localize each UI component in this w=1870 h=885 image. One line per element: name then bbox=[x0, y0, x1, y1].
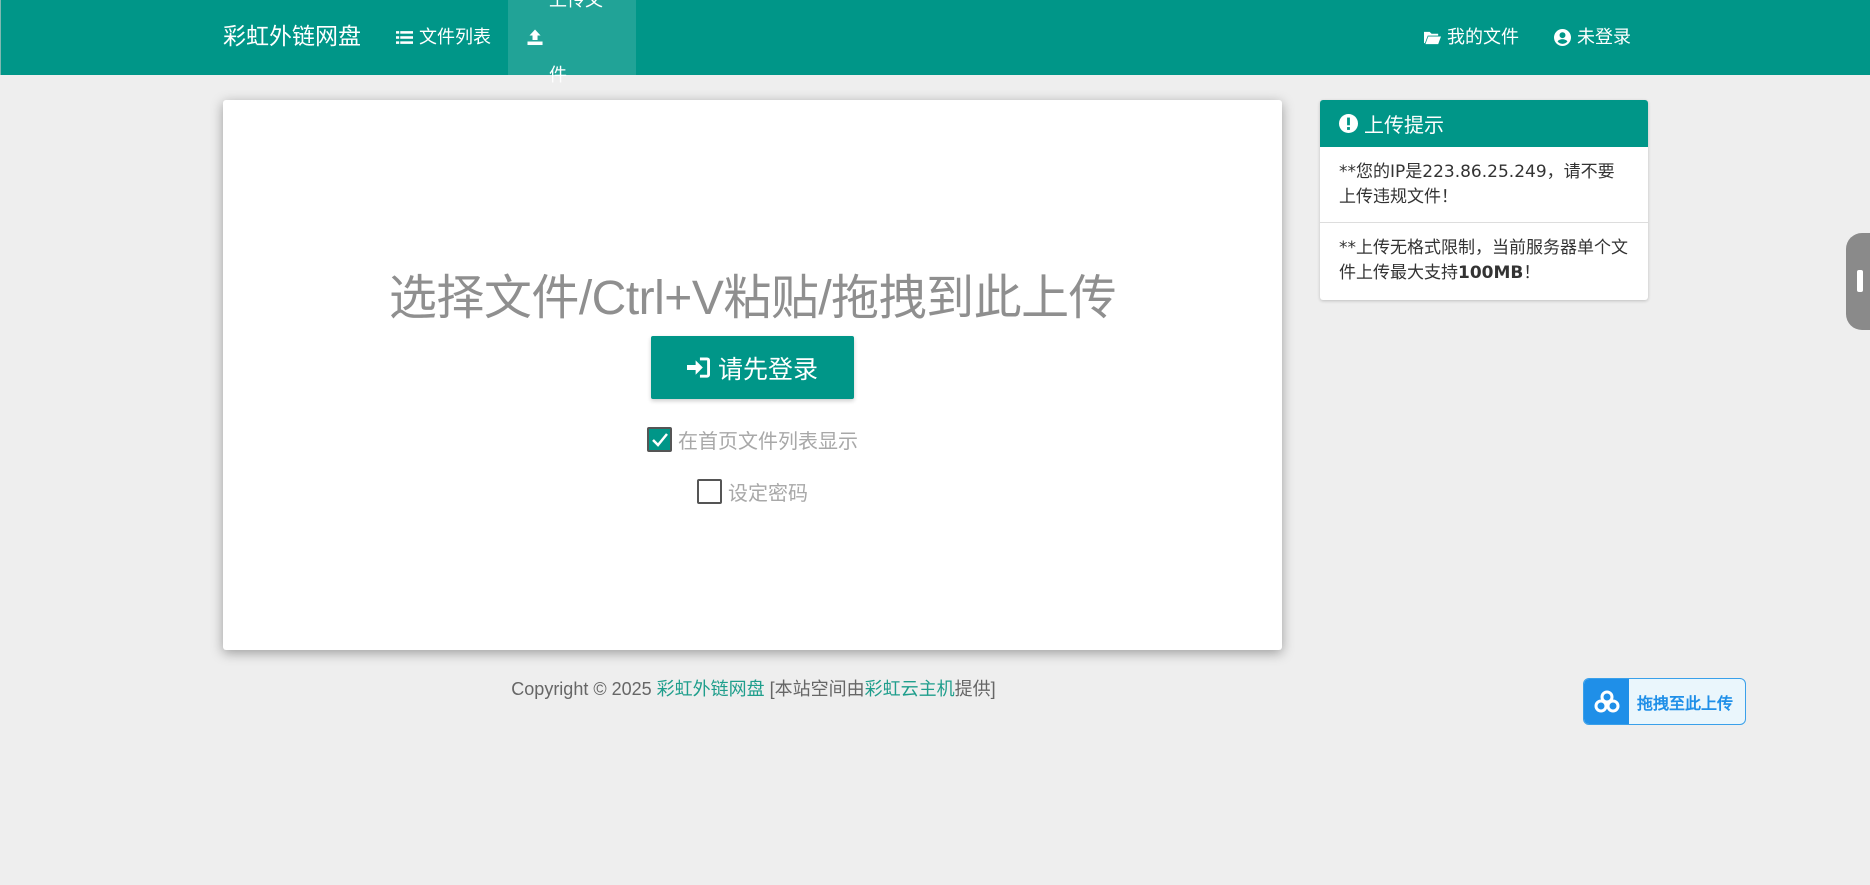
nav-login-status[interactable]: 未登录 bbox=[1535, 0, 1650, 75]
upload-tips-header: 上传提示 bbox=[1320, 100, 1648, 147]
nav-file-list-label: 文件列表 bbox=[419, 0, 491, 75]
top-navbar: 彩虹外链网盘 文件列表 上传文件 我的文件 未登录 bbox=[0, 0, 1870, 75]
tip-ip-warning: **您的IP是223.86.25.249，请不要上传违规文件！ bbox=[1320, 147, 1648, 223]
grip-icon bbox=[1857, 270, 1863, 292]
tip-size-limit: **上传无格式限制，当前服务器单个文件上传最大支持100MB！ bbox=[1320, 223, 1648, 298]
set-password-option[interactable]: 设定密码 bbox=[223, 477, 1282, 506]
drag-upload-widget[interactable]: 拖拽至此上传 bbox=[1583, 678, 1746, 725]
upload-icon bbox=[527, 29, 543, 46]
folder-open-icon bbox=[1424, 29, 1441, 46]
upload-dropzone[interactable]: 选择文件/Ctrl+V粘贴/拖拽到此上传 请先登录 在首页文件列表显示 设定密码 bbox=[223, 100, 1282, 650]
login-first-button[interactable]: 请先登录 bbox=[651, 336, 854, 399]
user-circle-icon bbox=[1554, 29, 1571, 46]
tip-ip-text: **您的IP是223.86.25.249，请不要上传违规文件！ bbox=[1339, 162, 1615, 207]
show-on-home-option[interactable]: 在首页文件列表显示 bbox=[223, 425, 1282, 454]
set-password-checkbox[interactable] bbox=[697, 479, 722, 504]
show-on-home-label: 在首页文件列表显示 bbox=[678, 425, 858, 454]
login-first-label: 请先登录 bbox=[718, 350, 818, 386]
drag-upload-label: 拖拽至此上传 bbox=[1629, 690, 1733, 714]
side-panel-handle[interactable] bbox=[1846, 233, 1870, 330]
tip-size-text-after: ！ bbox=[1523, 263, 1540, 283]
nav-login-status-label: 未登录 bbox=[1577, 0, 1631, 75]
check-icon bbox=[650, 430, 670, 450]
upload-tips-title: 上传提示 bbox=[1364, 109, 1444, 138]
baidu-cloud-icon bbox=[1584, 679, 1629, 724]
nav-file-list[interactable]: 文件列表 bbox=[377, 0, 510, 75]
tip-size-value: 100MB bbox=[1458, 263, 1523, 283]
sign-in-icon bbox=[687, 356, 710, 379]
nav-upload-file-label: 上传文件 bbox=[549, 0, 617, 113]
footer-site-link[interactable]: 彩虹外链网盘 bbox=[657, 679, 765, 699]
footer-copyright: Copyright © 2025 bbox=[511, 679, 656, 699]
nav-upload-file[interactable]: 上传文件 bbox=[508, 0, 636, 75]
exclamation-circle-icon bbox=[1339, 114, 1358, 133]
show-on-home-checkbox[interactable] bbox=[647, 427, 672, 452]
footer-suffix: 提供] bbox=[955, 679, 996, 699]
upload-title: 选择文件/Ctrl+V粘贴/拖拽到此上传 bbox=[223, 258, 1282, 328]
list-icon bbox=[396, 29, 413, 46]
footer-middle: [本站空间由 bbox=[765, 679, 865, 699]
nav-my-files-label: 我的文件 bbox=[1447, 0, 1519, 75]
set-password-label: 设定密码 bbox=[728, 477, 808, 506]
page-footer: Copyright © 2025 彩虹外链网盘 [本站空间由彩虹云主机提供] bbox=[0, 675, 1507, 701]
site-brand[interactable]: 彩虹外链网盘 bbox=[223, 0, 361, 75]
footer-host-link[interactable]: 彩虹云主机 bbox=[865, 679, 955, 699]
nav-my-files[interactable]: 我的文件 bbox=[1405, 0, 1538, 75]
upload-tips-panel: 上传提示 **您的IP是223.86.25.249，请不要上传违规文件！ **上… bbox=[1320, 100, 1648, 300]
